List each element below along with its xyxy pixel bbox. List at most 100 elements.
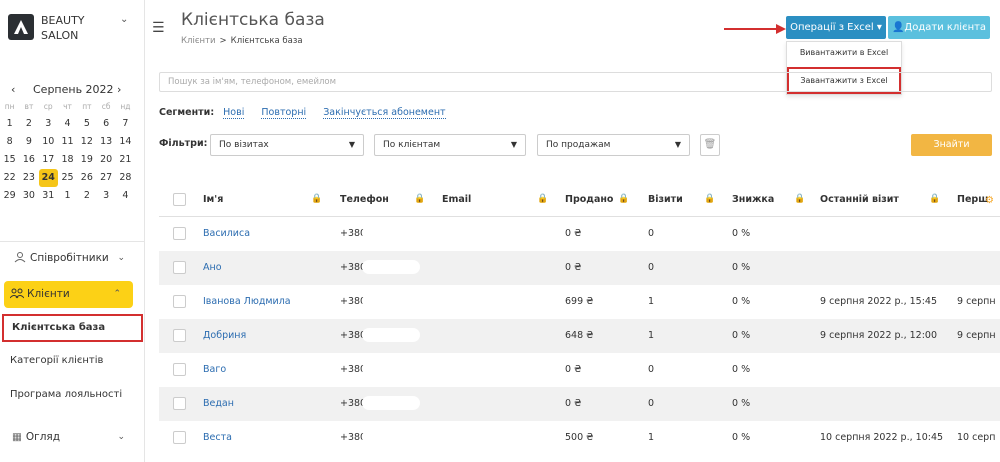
find-button[interactable]: Знайти	[911, 134, 992, 156]
calendar-day[interactable]: 17	[39, 151, 58, 169]
excel-operations-button[interactable]: Операції з Excel ▾	[786, 16, 886, 39]
sidebar-item-client-base[interactable]: Клієнтська база	[2, 314, 143, 342]
sidebar-item-loyalty[interactable]: Програма лояльності	[2, 381, 143, 409]
calendar-day[interactable]: 18	[58, 151, 77, 169]
calendar-day[interactable]: 2	[77, 187, 96, 205]
trash-icon[interactable]: 🗑	[700, 134, 720, 156]
hamburger-icon[interactable]: ☰	[152, 20, 165, 36]
row-checkbox[interactable]	[173, 261, 186, 274]
client-sold: 648 ₴	[565, 330, 594, 341]
calendar-day[interactable]: 22	[0, 169, 19, 187]
column-header-last-visit[interactable]: Останній візит	[820, 194, 899, 205]
calendar-weekday: чт	[63, 102, 72, 111]
row-checkbox[interactable]	[173, 329, 186, 342]
breadcrumb-parent[interactable]: Клієнти	[181, 36, 216, 46]
segment-repeat[interactable]: Повторні	[261, 107, 307, 119]
client-name[interactable]: Іванова Людмила	[203, 296, 291, 307]
calendar-day[interactable]: 7	[116, 115, 135, 133]
column-header-email[interactable]: Email	[442, 194, 471, 205]
calendar-day[interactable]: 20	[96, 151, 115, 169]
calendar-day[interactable]: 11	[58, 133, 77, 151]
filters-label: Фільтри:	[159, 138, 208, 149]
search-input[interactable]: Пошук за ім'ям, телефоном, емейлом	[159, 72, 992, 92]
calendar-day[interactable]: 19	[77, 151, 96, 169]
row-checkbox[interactable]	[173, 397, 186, 410]
segment-new[interactable]: Нові	[223, 107, 245, 119]
calendar-day[interactable]: 13	[96, 133, 115, 151]
grid-icon: ▦	[12, 431, 22, 443]
export-excel-item[interactable]: Вивантажити в Excel	[787, 48, 901, 57]
calendar-day[interactable]: 28	[116, 169, 135, 187]
sidebar-item-review[interactable]: ▦ Огляд ⌄	[0, 422, 145, 452]
calendar-day[interactable]: 25	[58, 169, 77, 187]
calendar-day[interactable]: 31	[39, 187, 58, 205]
column-header-visits[interactable]: Візити	[648, 194, 683, 205]
calendar-day[interactable]: 9	[19, 133, 38, 151]
client-name[interactable]: Добриня	[203, 330, 246, 341]
calendar-day[interactable]: 24	[38, 169, 58, 187]
client-discount: 0 %	[732, 398, 751, 409]
calendar-day[interactable]: 3	[39, 115, 58, 133]
column-header-discount[interactable]: Знижка	[732, 194, 774, 205]
column-header-first-visit[interactable]: Перш	[957, 194, 988, 205]
client-discount: 0 %	[732, 228, 751, 239]
segment-expiring[interactable]: Закінчується абонемент	[323, 107, 446, 119]
chevron-down-icon[interactable]: ⌄	[120, 14, 128, 25]
calendar-day[interactable]: 3	[96, 187, 115, 205]
client-discount: 0 %	[732, 364, 751, 375]
column-header-name[interactable]: Ім'я	[203, 194, 223, 205]
table-row[interactable]: Ано +380 0 ₴ 0 0 %	[159, 251, 1000, 285]
filter-by-clients-select[interactable]: По клієнтам ▼	[374, 134, 526, 156]
client-name[interactable]: Василиса	[203, 228, 250, 239]
calendar-day[interactable]: 2	[19, 115, 38, 133]
column-header-sold[interactable]: Продано	[565, 194, 613, 205]
sidebar-item-clients[interactable]: Клієнти ⌃	[4, 281, 133, 308]
table-row[interactable]: Добриня +380 648 ₴ 1 0 % 9 серпня 2022 р., 12…	[159, 319, 1000, 353]
breadcrumb: Клієнти > Клієнтська база	[181, 36, 303, 46]
filter-by-sales-select[interactable]: По продажам ▼	[537, 134, 690, 156]
calendar-day[interactable]: 8	[0, 133, 19, 151]
filter-by-visits-select[interactable]: По візитах ▼	[210, 134, 364, 156]
calendar-day[interactable]: 26	[77, 169, 96, 187]
calendar-next-button[interactable]: ›	[117, 83, 121, 96]
client-name[interactable]: Ведан	[203, 398, 234, 409]
calendar-day[interactable]: 12	[77, 133, 96, 151]
row-checkbox[interactable]	[173, 227, 186, 240]
sidebar-item-client-categories[interactable]: Категорії клієнтів	[2, 347, 143, 375]
calendar-day[interactable]: 1	[0, 115, 19, 133]
client-name[interactable]: Ваго	[203, 364, 226, 375]
calendar-day[interactable]: 15	[0, 151, 19, 169]
client-name[interactable]: Ано	[203, 262, 222, 273]
add-client-button[interactable]: 👤Додати клієнта	[888, 16, 990, 39]
calendar-day[interactable]: 27	[96, 169, 115, 187]
client-sold: 0 ₴	[565, 262, 582, 273]
calendar-day[interactable]: 23	[19, 169, 38, 187]
client-visits: 1	[648, 296, 655, 307]
calendar-day[interactable]: 29	[0, 187, 19, 205]
calendar-day[interactable]: 4	[58, 115, 77, 133]
calendar-prev-button[interactable]: ‹	[11, 83, 15, 96]
calendar-day[interactable]: 4	[116, 187, 135, 205]
table-row[interactable]: Іванова Людмила +380 699 ₴ 1 0 % 9 серпня 20…	[159, 285, 1000, 319]
gear-icon[interactable]: ⚙	[985, 195, 994, 206]
row-checkbox[interactable]	[173, 363, 186, 376]
sidebar-item-staff[interactable]: Співробітники ⌄	[0, 243, 145, 273]
table-row[interactable]: Веста +380 500 ₴ 1 0 % 10 серпня 2022 р., 10:…	[159, 421, 1000, 455]
client-name[interactable]: Веста	[203, 432, 232, 443]
column-header-phone[interactable]: Телефон	[340, 194, 389, 205]
calendar-day[interactable]: 1	[58, 187, 77, 205]
user-icon	[14, 252, 26, 263]
calendar-day[interactable]: 16	[19, 151, 38, 169]
calendar-day[interactable]: 14	[116, 133, 135, 151]
table-row[interactable]: Ведан +380 0 ₴ 0 0 %	[159, 387, 1000, 421]
select-all-checkbox[interactable]	[173, 193, 186, 206]
calendar-day[interactable]: 30	[19, 187, 38, 205]
calendar-day[interactable]: 6	[96, 115, 115, 133]
row-checkbox[interactable]	[173, 295, 186, 308]
calendar-day[interactable]: 21	[116, 151, 135, 169]
table-row[interactable]: Ваго +380 0 ₴ 0 0 %	[159, 353, 1000, 387]
row-checkbox[interactable]	[173, 431, 186, 444]
table-row[interactable]: Василиса +380 0 ₴ 0 0 %	[159, 217, 1000, 251]
calendar-day[interactable]: 5	[77, 115, 96, 133]
calendar-day[interactable]: 10	[39, 133, 58, 151]
